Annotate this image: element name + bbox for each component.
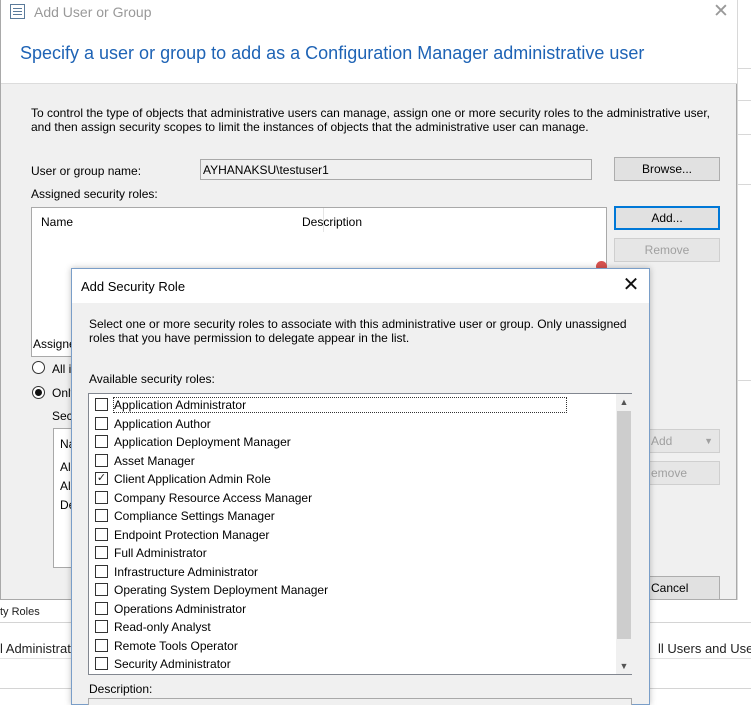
- role-label: Read-only Analyst: [114, 620, 211, 634]
- description-box: [88, 698, 632, 705]
- chevron-down-icon: ▼: [704, 436, 713, 446]
- role-label: Asset Manager: [114, 453, 195, 468]
- role-list-item[interactable]: Infrastructure Administrator: [89, 563, 615, 581]
- checkbox[interactable]: [95, 583, 108, 596]
- checkbox-checked[interactable]: ✓: [95, 472, 108, 485]
- background-row-left[interactable]: l Administrat: [0, 641, 71, 656]
- background-tab-label: ty Roles: [0, 606, 40, 618]
- role-list-item[interactable]: Security Administrator: [89, 655, 615, 673]
- role-list-item[interactable]: Asset Manager: [89, 452, 615, 470]
- role-label: Security Administrator: [114, 657, 231, 671]
- scroll-up-icon[interactable]: ▲: [616, 394, 632, 410]
- role-list-item[interactable]: Read-only Analyst: [89, 618, 615, 636]
- remove-scope-label: emove: [651, 466, 688, 480]
- checkbox[interactable]: [95, 620, 108, 633]
- dialog-title-bar: Add User or Group ✕: [1, 0, 737, 26]
- available-roles-label: Available security roles:: [89, 372, 215, 386]
- dialog-title: Add User or Group: [34, 4, 152, 20]
- intro-text: To control the type of objects that admi…: [31, 106, 711, 134]
- dialog-app-icon: [10, 4, 25, 19]
- role-list-item[interactable]: ✓ Client Application Admin Role: [89, 470, 615, 488]
- close-icon[interactable]: ✕: [617, 273, 645, 299]
- page-title: Specify a user or group to add as a Conf…: [20, 43, 645, 63]
- scroll-thumb[interactable]: [617, 411, 631, 639]
- role-label: Company Resource Access Manager: [114, 490, 313, 505]
- checkbox[interactable]: [95, 657, 108, 670]
- checkbox[interactable]: [95, 398, 108, 411]
- checkbox[interactable]: [95, 564, 108, 578]
- checkbox[interactable]: [95, 601, 108, 615]
- user-name-label: User or group name:: [31, 164, 142, 178]
- background-row-right[interactable]: ll Users and User: [658, 641, 751, 656]
- role-label: Application Author: [114, 416, 211, 431]
- overlay-instructions: Select one or more security roles to ass…: [89, 317, 627, 345]
- radio-all-label: All i: [52, 362, 72, 376]
- assigned-scopes-label: Assigne: [33, 337, 76, 351]
- browse-button[interactable]: Browse...: [614, 157, 720, 181]
- role-list-item[interactable]: Operating System Deployment Manager: [89, 581, 615, 599]
- description-label: Description:: [89, 682, 153, 696]
- role-label: Application Deployment Manager: [114, 435, 291, 449]
- cancel-label: Cancel: [651, 581, 689, 595]
- column-header-name[interactable]: Name: [41, 215, 73, 229]
- add-scope-label: Add: [651, 434, 673, 448]
- role-label: Full Administrator: [114, 546, 207, 560]
- checkbox[interactable]: [95, 546, 108, 559]
- role-label: Operations Administrator: [114, 601, 247, 616]
- background-side-panel: [737, 0, 751, 640]
- add-role-button[interactable]: Add...: [614, 206, 720, 230]
- role-label: Application Administrator: [112, 397, 568, 413]
- column-header-description[interactable]: Description: [302, 215, 362, 229]
- role-list-item[interactable]: Operations Administrator: [89, 600, 615, 618]
- role-list-item[interactable]: Application Administrator: [89, 396, 615, 414]
- role-label: Compliance Settings Manager: [114, 509, 275, 523]
- role-label: Endpoint Protection Manager: [114, 527, 270, 542]
- radio-only-instances[interactable]: [32, 386, 45, 399]
- security-scopes-label: Sec: [52, 409, 73, 423]
- checkbox[interactable]: [95, 453, 108, 467]
- checkbox[interactable]: [95, 527, 108, 541]
- remove-role-button[interactable]: Remove: [614, 238, 720, 262]
- role-list-item[interactable]: Endpoint Protection Manager: [89, 526, 615, 544]
- overlay-title-bar: Add Security Role ✕: [72, 269, 649, 303]
- dialog-header: Specify a user or group to add as a Conf…: [1, 26, 737, 84]
- checkbox[interactable]: [95, 490, 108, 504]
- role-label: Infrastructure Administrator: [114, 564, 259, 579]
- checkbox[interactable]: [95, 416, 108, 430]
- role-list-item[interactable]: Company Resource Access Manager: [89, 489, 615, 507]
- vertical-scrollbar[interactable]: ▲ ▼: [616, 394, 632, 674]
- role-label: Remote Tools Operator: [114, 638, 238, 653]
- assigned-roles-label: Assigned security roles:: [31, 187, 158, 201]
- role-list-item[interactable]: Full Administrator: [89, 544, 615, 562]
- add-security-role-dialog: Add Security Role ✕ Select one or more s…: [71, 268, 650, 705]
- user-name-field[interactable]: AYHANAKSU\testuser1: [200, 159, 592, 180]
- role-label: Client Application Admin Role: [114, 472, 271, 486]
- role-list-item[interactable]: Application Deployment Manager: [89, 433, 615, 451]
- checkbox[interactable]: [95, 435, 108, 448]
- role-label: Operating System Deployment Manager: [114, 583, 329, 597]
- role-list-item[interactable]: Application Author: [89, 415, 615, 433]
- overlay-title: Add Security Role: [81, 279, 186, 294]
- role-list-item[interactable]: Remote Tools Operator: [89, 637, 615, 655]
- scroll-down-icon[interactable]: ▼: [616, 658, 632, 674]
- available-roles-list[interactable]: Application Administrator Application Aut…: [88, 393, 632, 675]
- role-list-item[interactable]: Compliance Settings Manager: [89, 507, 615, 525]
- close-icon[interactable]: ✕: [705, 0, 737, 26]
- checkbox[interactable]: [95, 638, 108, 652]
- checkbox[interactable]: [95, 509, 108, 522]
- radio-all-instances[interactable]: [32, 361, 45, 374]
